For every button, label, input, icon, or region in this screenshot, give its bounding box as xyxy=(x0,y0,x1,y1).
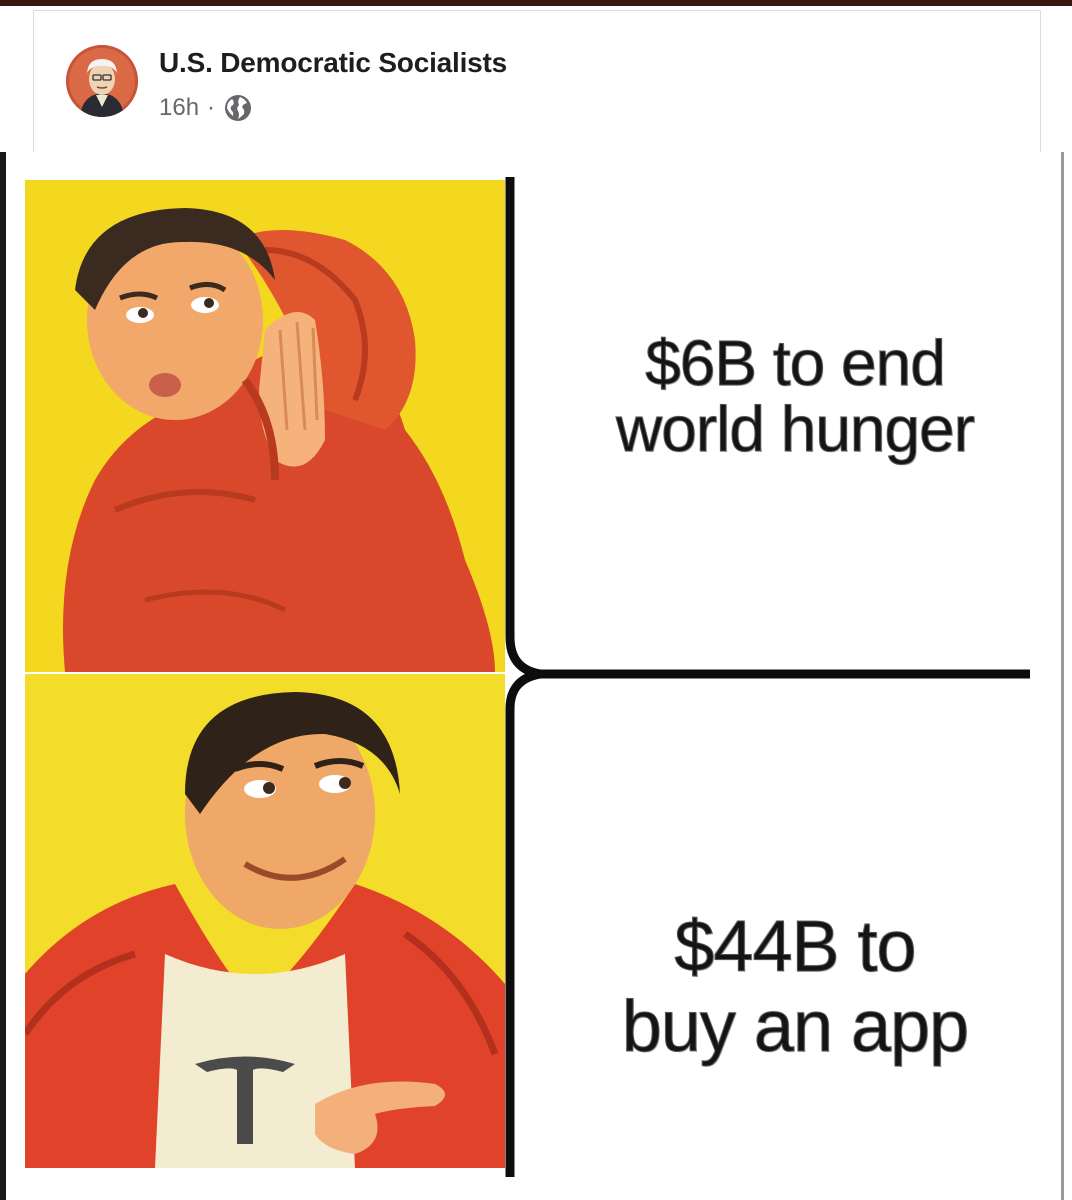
meme-image[interactable]: $6B to end world hunger $44B to buy an a… xyxy=(0,152,1072,1200)
meta-separator: · xyxy=(207,94,216,121)
approving-figure-illustration xyxy=(25,674,505,1168)
avatar[interactable] xyxy=(66,45,138,117)
meme-bottom-caption: $44B to buy an app xyxy=(535,907,1055,1068)
bottom-caption-line-2: buy an app xyxy=(621,987,969,1068)
meme-top-caption: $6B to end world hunger xyxy=(535,327,1055,465)
top-status-strip xyxy=(0,0,1072,6)
meme-left-edge xyxy=(0,152,6,1200)
bottom-caption-line-1: $44B to xyxy=(674,907,917,988)
top-caption-line-1: $6B to end xyxy=(645,327,947,399)
post-timestamp[interactable]: 16h xyxy=(159,94,199,122)
avatar-portrait-icon xyxy=(66,45,138,117)
page-name-link[interactable]: U.S. Democratic Socialists xyxy=(159,47,507,79)
top-caption-line-2: world hunger xyxy=(616,393,976,465)
meme-right-edge xyxy=(1061,152,1064,1200)
post-meta: 16h · xyxy=(159,93,253,123)
rejecting-figure-illustration xyxy=(25,180,505,672)
post-header: U.S. Democratic Socialists 16h · xyxy=(34,11,1040,151)
meme-panel-rejecting xyxy=(25,180,505,672)
globe-icon[interactable] xyxy=(223,93,253,123)
meme-panel-approving xyxy=(25,674,505,1168)
